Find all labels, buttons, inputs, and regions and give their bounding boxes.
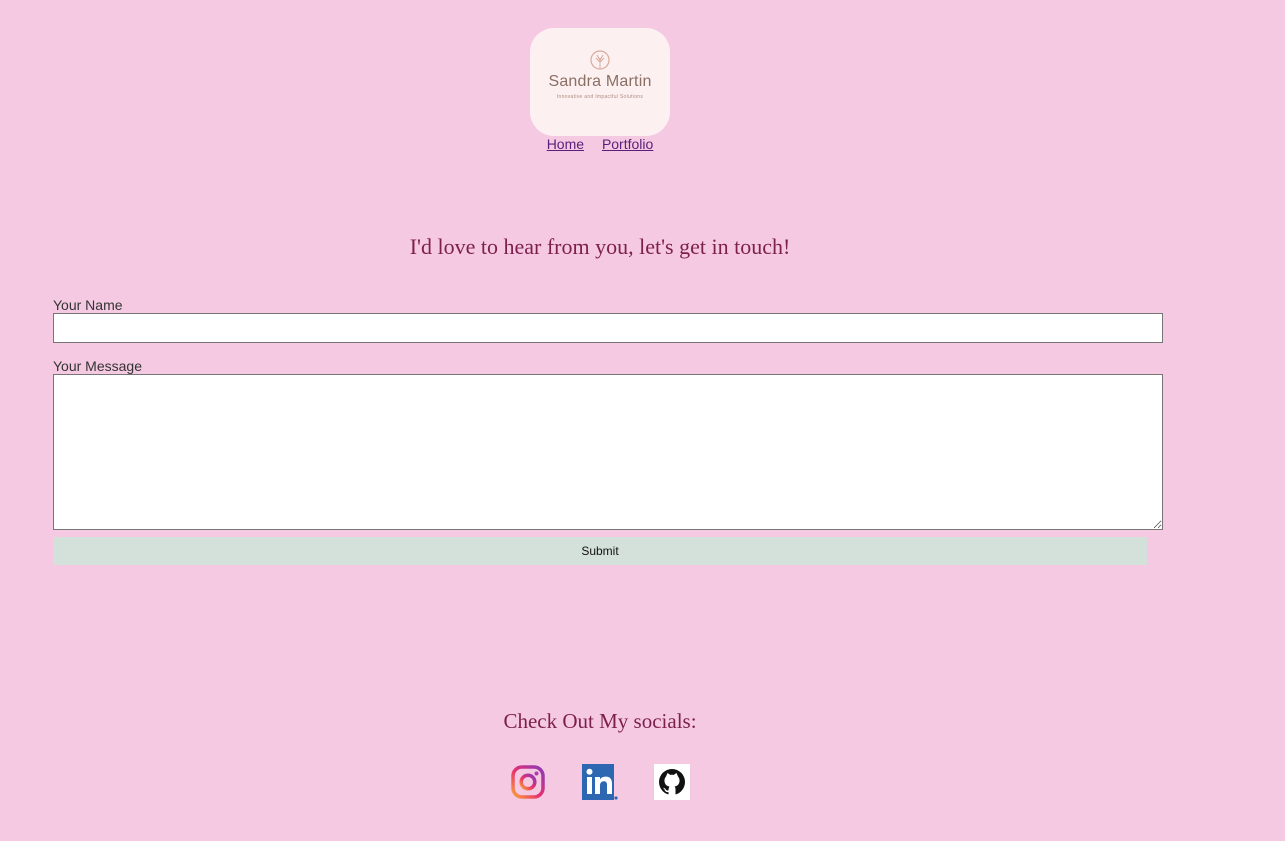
submit-button[interactable]: Submit [53, 537, 1147, 565]
logo-tagline: Innovative and Impactful Solutions [556, 94, 644, 100]
main-nav: Home Portfolio [0, 136, 1200, 152]
socials-heading: Check Out My socials: [503, 709, 697, 733]
message-label: Your Message [53, 358, 142, 374]
logo: Sandra Martin Innovative and Impactful S… [530, 28, 670, 136]
linkedin-link[interactable] [582, 764, 618, 800]
name-input[interactable] [53, 313, 1163, 343]
instagram-icon [511, 765, 545, 799]
instagram-link[interactable] [510, 764, 546, 800]
tree-logo-icon [590, 50, 610, 70]
name-label: Your Name [53, 297, 123, 313]
github-link[interactable] [654, 764, 690, 800]
nav-home-link[interactable]: Home [547, 136, 584, 152]
contact-heading: I'd love to hear from you, let's get in … [409, 234, 791, 259]
page: Sandra Martin Innovative and Impactful S… [0, 0, 1285, 841]
nav-portfolio-link[interactable]: Portfolio [602, 136, 653, 152]
logo-name: Sandra Martin [548, 73, 652, 90]
github-icon [654, 764, 690, 800]
message-textarea[interactable] [53, 374, 1163, 530]
linkedin-icon [582, 764, 618, 800]
